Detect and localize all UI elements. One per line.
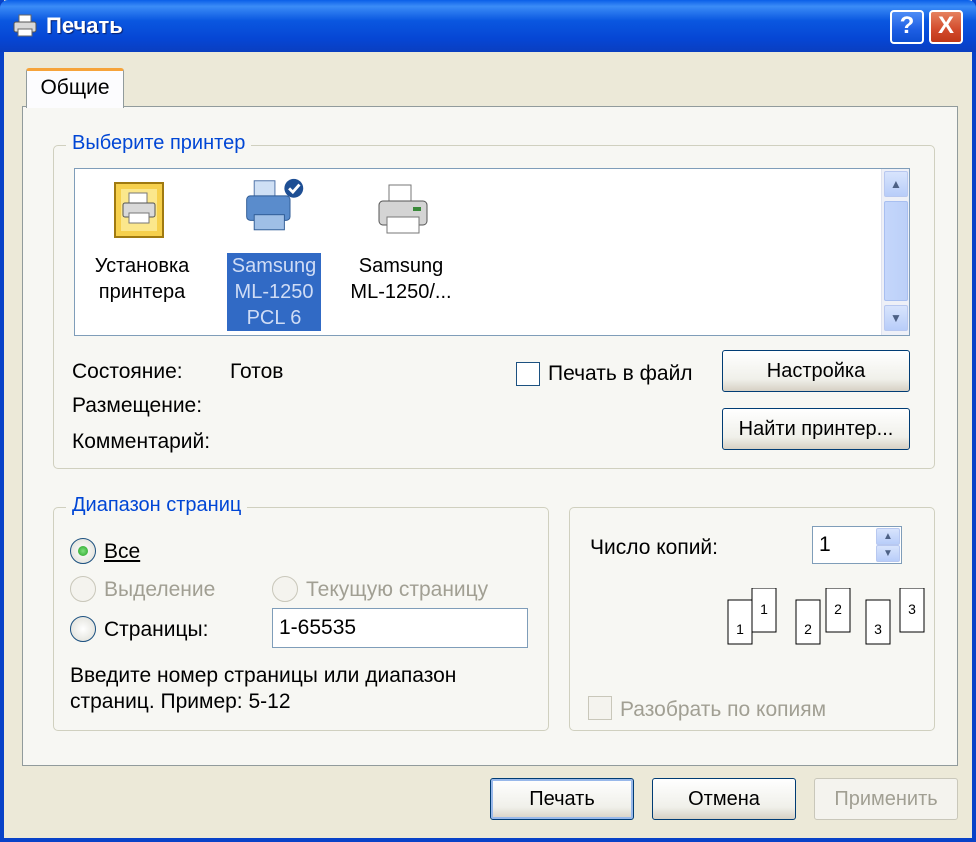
cancel-button[interactable]: Отмена bbox=[652, 778, 796, 820]
find-printer-button[interactable]: Найти принтер... bbox=[722, 408, 910, 450]
comment-label: Комментарий: bbox=[72, 430, 211, 453]
spin-down-icon[interactable]: ▼ bbox=[876, 545, 900, 562]
radio-all-label[interactable]: Все bbox=[104, 540, 140, 564]
scroll-up-icon[interactable]: ▲ bbox=[884, 171, 908, 197]
scroll-down-icon[interactable]: ▼ bbox=[884, 305, 908, 331]
printer-label: Samsung ML-1250/... bbox=[350, 255, 452, 303]
page-number: 2 bbox=[804, 621, 812, 637]
spin-up-icon[interactable]: ▲ bbox=[876, 528, 900, 545]
print-button[interactable]: Печать bbox=[490, 778, 634, 820]
radio-pages-label[interactable]: Страницы: bbox=[104, 618, 208, 642]
close-button[interactable]: X bbox=[929, 10, 963, 44]
printer-label: Samsung ML-1250 PCL 6 bbox=[226, 252, 322, 332]
page-number: 1 bbox=[760, 601, 768, 617]
printer-list[interactable]: Установка принтера Samsung ML-1250 PCL 6 bbox=[74, 168, 910, 336]
scroll-thumb[interactable] bbox=[884, 201, 908, 301]
printer-list-scrollbar[interactable]: ▲ ▼ bbox=[881, 169, 909, 335]
page-range-hint-line2: страниц. Пример: 5-12 bbox=[70, 690, 291, 713]
page-range-legend: Диапазон страниц bbox=[66, 494, 248, 517]
printer-title-icon bbox=[13, 14, 37, 37]
help-button[interactable]: ? bbox=[890, 10, 924, 44]
apply-button: Применить bbox=[814, 778, 958, 820]
select-printer-legend: Выберите принтер bbox=[66, 132, 252, 155]
printer-label: Установка принтера bbox=[94, 255, 190, 303]
location-label: Размещение: bbox=[72, 394, 203, 417]
radio-selection bbox=[70, 576, 96, 602]
title-bar: Печать ? X bbox=[0, 0, 976, 52]
copies-spinner[interactable]: ▲ ▼ bbox=[876, 528, 900, 562]
print-to-file-label[interactable]: Печать в файл bbox=[548, 362, 693, 386]
copies-group: Число копий: 1 ▲ ▼ 1 1 2 2 3 3 Разобрать… bbox=[569, 507, 935, 731]
collate-illustration: 1 1 2 2 3 3 bbox=[727, 588, 925, 645]
radio-pages[interactable] bbox=[70, 616, 96, 642]
page-number: 2 bbox=[834, 601, 842, 617]
radio-current-page-label: Текущую страницу bbox=[306, 578, 489, 601]
pages-input[interactable]: 1-65535 bbox=[272, 608, 528, 648]
window-title: Печать bbox=[46, 13, 123, 38]
page-range-group: Диапазон страниц Все Выделение Текущую с… bbox=[53, 494, 549, 731]
print-dialog: Печать ? X Общие Выберите принтер Устано… bbox=[0, 0, 976, 842]
printer-item-samsung[interactable]: Samsung ML-1250/... bbox=[341, 169, 461, 335]
printer-icon bbox=[378, 184, 428, 234]
page-number: 1 bbox=[736, 621, 744, 637]
status-label: Состояние: bbox=[72, 360, 183, 383]
copies-label: Число копий: bbox=[590, 536, 718, 559]
page-number: 3 bbox=[874, 621, 882, 637]
tab-general[interactable]: Общие bbox=[26, 68, 124, 108]
preferences-button[interactable]: Настройка bbox=[722, 350, 910, 392]
radio-current-page bbox=[272, 576, 298, 602]
printer-item-samsung-pcl6[interactable]: Samsung ML-1250 PCL 6 bbox=[225, 169, 325, 335]
print-to-file-checkbox[interactable] bbox=[516, 362, 540, 386]
select-printer-group: Выберите принтер Установка принтера Sams… bbox=[53, 132, 935, 469]
default-printer-icon bbox=[246, 178, 304, 231]
printer-item-add[interactable]: Установка принтера bbox=[75, 169, 209, 335]
collate-checkbox bbox=[588, 696, 612, 720]
status-value: Готов bbox=[230, 360, 284, 383]
general-tab-panel: Выберите принтер Установка принтера Sams… bbox=[22, 106, 958, 766]
radio-all[interactable] bbox=[70, 538, 96, 564]
radio-selection-label: Выделение bbox=[104, 578, 216, 601]
page-range-hint-line1: Введите номер страницы или диапазон bbox=[70, 664, 457, 687]
collate-label: Разобрать по копиям bbox=[620, 698, 827, 721]
page-number: 3 bbox=[908, 601, 916, 617]
add-printer-icon bbox=[114, 182, 164, 238]
